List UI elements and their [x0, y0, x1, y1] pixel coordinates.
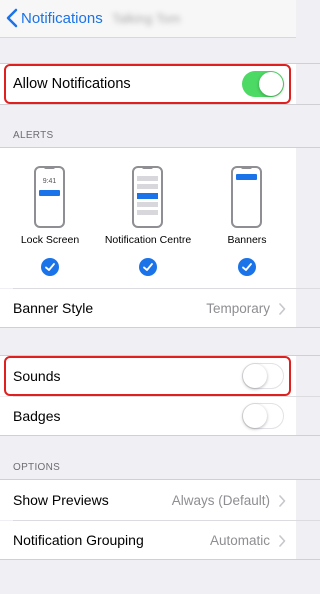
- banners-label: Banners: [227, 234, 267, 246]
- list-placeholder: [137, 176, 158, 181]
- lock-screen-checkbox[interactable]: [41, 258, 59, 276]
- divider: [0, 104, 320, 105]
- badges-toggle[interactable]: [242, 403, 284, 429]
- notification-grouping-label: Notification Grouping: [13, 532, 144, 548]
- notification-banner: [236, 174, 257, 180]
- options-section-header: OPTIONS: [13, 462, 61, 473]
- banner-style-label: Banner Style: [13, 300, 94, 316]
- notification-banner: [39, 190, 60, 196]
- alerts-section-header: ALERTS: [13, 130, 54, 141]
- divider: [0, 435, 320, 436]
- toggle-knob: [243, 364, 267, 388]
- navigation-bar: Notifications Talking Tom: [0, 0, 296, 38]
- notification-centre-checkbox[interactable]: [139, 258, 157, 276]
- notification-banner: [137, 193, 158, 199]
- lock-screen-preview[interactable]: 9:41: [34, 166, 65, 228]
- list-placeholder: [137, 202, 158, 207]
- toggle-knob: [259, 72, 283, 96]
- page-title: Talking Tom: [112, 11, 181, 26]
- banners-preview[interactable]: [231, 166, 262, 228]
- phone-notch: [241, 166, 252, 169]
- checkmark-icon: [143, 263, 153, 271]
- notification-grouping-value: Automatic: [209, 533, 270, 548]
- banner-style-value: Temporary: [206, 301, 270, 316]
- back-label: Notifications: [21, 9, 103, 27]
- sounds-row: Sounds: [0, 356, 296, 396]
- allow-notifications-label: Allow Notifications: [13, 76, 131, 92]
- sounds-toggle[interactable]: [242, 363, 284, 389]
- phone-notch: [44, 166, 55, 169]
- badges-label: Badges: [13, 408, 61, 424]
- lock-screen-label: Lock Screen: [20, 234, 80, 246]
- chevron-right-icon: [279, 303, 286, 315]
- banners-checkbox[interactable]: [238, 258, 256, 276]
- badges-row: Badges: [0, 397, 296, 435]
- show-previews-label: Show Previews: [13, 492, 109, 508]
- divider: [0, 559, 320, 560]
- sounds-label: Sounds: [13, 368, 61, 384]
- list-placeholder: [137, 184, 158, 189]
- lock-screen-time: 9:41: [42, 178, 57, 185]
- banner-style-row[interactable]: Banner Style Temporary: [0, 289, 296, 327]
- allow-notifications-row: Allow Notifications: [0, 64, 296, 104]
- allow-notifications-toggle[interactable]: [242, 71, 284, 97]
- notification-grouping-row[interactable]: Notification Grouping Automatic: [0, 521, 296, 559]
- checkmark-icon: [242, 263, 252, 271]
- show-previews-row[interactable]: Show Previews Always (Default): [0, 480, 296, 520]
- show-previews-value: Always (Default): [171, 493, 270, 508]
- chevron-right-icon: [279, 495, 286, 507]
- alert-styles-panel: 9:41 Lock Screen Notification Centre Ban…: [0, 148, 296, 288]
- checkmark-icon: [45, 263, 55, 271]
- back-button[interactable]: Notifications: [6, 7, 103, 29]
- divider: [0, 327, 320, 328]
- notification-centre-label: Notification Centre: [104, 234, 192, 246]
- list-placeholder: [137, 210, 158, 215]
- chevron-right-icon: [279, 535, 286, 547]
- phone-notch: [142, 166, 153, 169]
- chevron-left-icon: [6, 8, 18, 28]
- notification-centre-preview[interactable]: [132, 166, 163, 228]
- toggle-knob: [243, 404, 267, 428]
